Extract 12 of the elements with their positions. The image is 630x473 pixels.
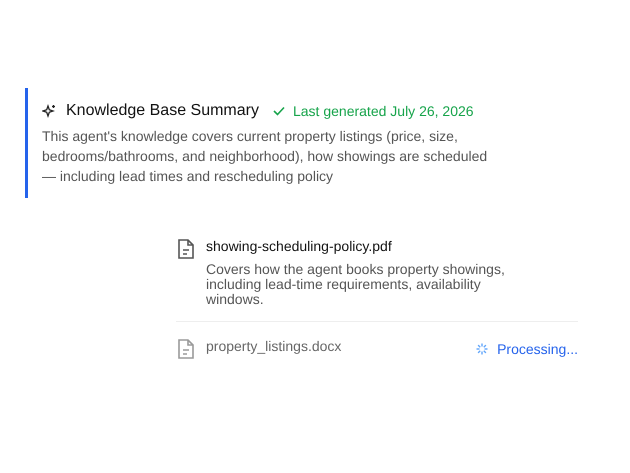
spinner-icon [475, 342, 490, 356]
sparkle-icon [42, 104, 56, 118]
summary-title: Knowledge Base Summary [66, 102, 259, 120]
summary-text: This agent's knowledge covers current property listings (price, size, bedrooms/bathrooms, and neighborhood), how showings are scheduled — including lead times and rescheduling policy [42, 127, 488, 186]
document-icon [176, 338, 196, 360]
processing-status: Processing... [497, 341, 578, 357]
file-name: property_listings.docx [206, 338, 342, 354]
document-icon [176, 238, 196, 260]
file-description: Covers how the agent books property showings, including lead-time requirements, availability windows. [206, 262, 506, 307]
check-icon [272, 106, 285, 116]
generated-status: Last generated July 26, 2026 [292, 103, 474, 119]
file-name: showing-scheduling-policy.pdf [206, 238, 393, 254]
